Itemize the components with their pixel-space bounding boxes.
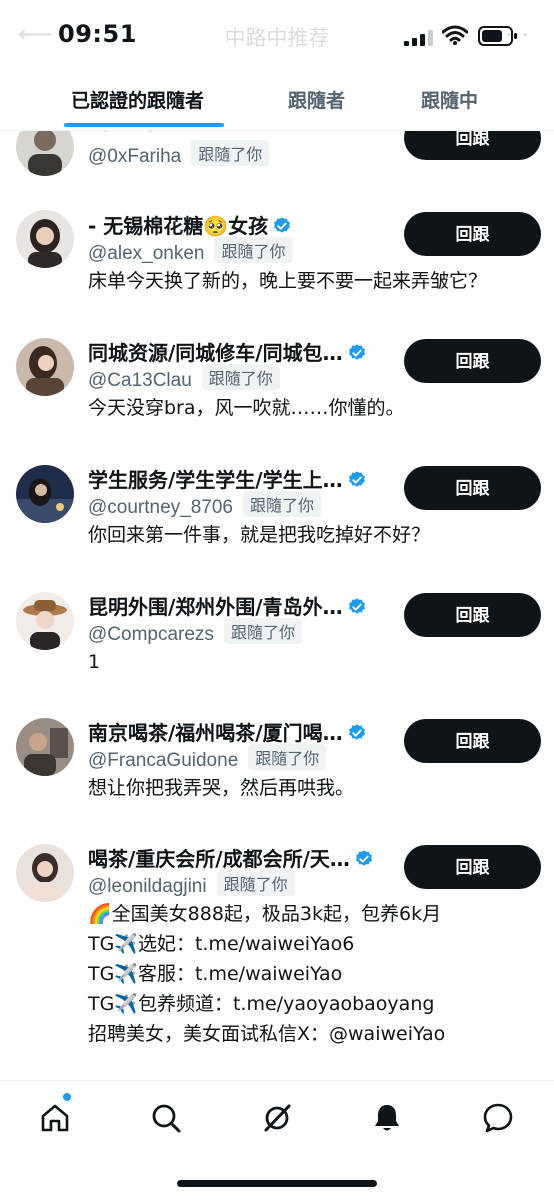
follows-you-badge: 跟隨了你 xyxy=(216,870,295,896)
user-handle: @0xFariha 跟隨了你 xyxy=(88,140,270,168)
verified-badge-icon xyxy=(274,217,291,233)
follows-you-badge: 跟隨了你 xyxy=(201,364,280,390)
cellular-signal-icon xyxy=(404,30,433,46)
messages-icon[interactable] xyxy=(481,1101,515,1135)
battery-icon xyxy=(478,26,517,46)
tab-verified-followers[interactable]: 已認證的跟隨者 xyxy=(71,86,204,113)
follows-you-badge: 跟隨了你 xyxy=(214,237,293,263)
user-bio: 今天没穿bra，风一吹就……你懂的。 xyxy=(88,397,405,419)
user-handle: @FrancaGuidone 跟隨了你 xyxy=(88,744,327,772)
follow-back-button[interactable]: 回跟 xyxy=(404,212,541,256)
tab-followers[interactable]: 跟隨者 xyxy=(288,86,345,113)
user-handle: @Ca13Clau 跟隨了你 xyxy=(88,364,280,392)
verified-badge-icon xyxy=(348,598,365,614)
follower-list: Fariha @0xFariha跟隨了你 回跟 - 无锡棉花糖🥺女孩 @alex… xyxy=(0,0,554,1199)
user-handle: @leonildagjini 跟隨了你 xyxy=(88,870,295,898)
home-indicator xyxy=(177,1180,377,1187)
user-handle: @alex_onken 跟隨了你 xyxy=(88,237,293,265)
user-bio: 想让你把我弄哭，然后再哄我。 xyxy=(88,777,355,799)
avatar[interactable] xyxy=(16,338,74,396)
follows-you-badge: 跟隨了你 xyxy=(243,491,322,517)
avatar[interactable] xyxy=(16,844,74,902)
active-tab-indicator xyxy=(64,123,224,127)
user-name: 南京喝茶/福州喝茶/厦门喝… xyxy=(88,717,367,746)
verified-badge-icon xyxy=(348,471,365,487)
follow-back-button[interactable]: 回跟 xyxy=(404,466,541,510)
avatar[interactable] xyxy=(16,592,74,650)
bell-icon[interactable] xyxy=(370,1101,404,1135)
user-bio: 1 xyxy=(88,651,101,673)
verified-badge-icon xyxy=(355,850,372,866)
user-bio: 床单今天换了新的，晚上要不要一起来弄皱它？ xyxy=(88,270,488,292)
notification-dot xyxy=(63,1093,71,1101)
tab-following[interactable]: 跟隨中 xyxy=(421,86,478,113)
status-bar: ⟵ 中路中推荐 ⋯ 09:51 xyxy=(0,0,554,68)
follow-back-button[interactable]: 回跟 xyxy=(404,593,541,637)
follows-you-badge: 跟隨了你 xyxy=(248,744,327,770)
verified-badge-icon xyxy=(348,344,365,360)
user-handle: @Compcarezs 跟隨了你 xyxy=(88,618,302,646)
user-name: - 无锡棉花糖🥺女孩 xyxy=(88,210,292,239)
clock: 09:51 xyxy=(58,20,137,48)
avatar[interactable] xyxy=(16,210,74,268)
user-bio: 你回来第一件事，就是把我吃掉好不好？ xyxy=(88,524,431,546)
user-bio: 🌈全国美女888起，极品3k起，包养6k月 TG✈️选妃：t.me/waiwei… xyxy=(88,903,446,1045)
follow-back-button[interactable]: 回跟 xyxy=(404,719,541,763)
avatar[interactable] xyxy=(16,718,74,776)
search-icon[interactable] xyxy=(149,1101,183,1135)
follows-you-badge: 跟隨了你 xyxy=(223,618,302,644)
verified-badge-icon xyxy=(348,724,365,740)
wifi-icon xyxy=(442,25,468,45)
avatar[interactable] xyxy=(16,465,74,523)
user-name: 昆明外围/郑州外围/青岛外… xyxy=(88,591,367,620)
user-handle: @courtney_8706 跟隨了你 xyxy=(88,491,322,519)
user-name: 学生服务/学生学生/学生上… xyxy=(88,464,367,493)
grok-icon[interactable] xyxy=(260,1101,294,1135)
user-name: 喝茶/重庆会所/成都会所/天… xyxy=(88,843,374,872)
follow-back-button[interactable]: 回跟 xyxy=(404,845,541,889)
follow-back-button[interactable]: 回跟 xyxy=(404,339,541,383)
follows-you-badge: 跟隨了你 xyxy=(191,140,270,166)
home-icon[interactable] xyxy=(38,1101,72,1135)
tab-bar: 已認證的跟隨者 跟隨者 跟隨中 xyxy=(0,68,554,131)
user-name: 同城资源/同城修车/同城包… xyxy=(88,337,367,366)
